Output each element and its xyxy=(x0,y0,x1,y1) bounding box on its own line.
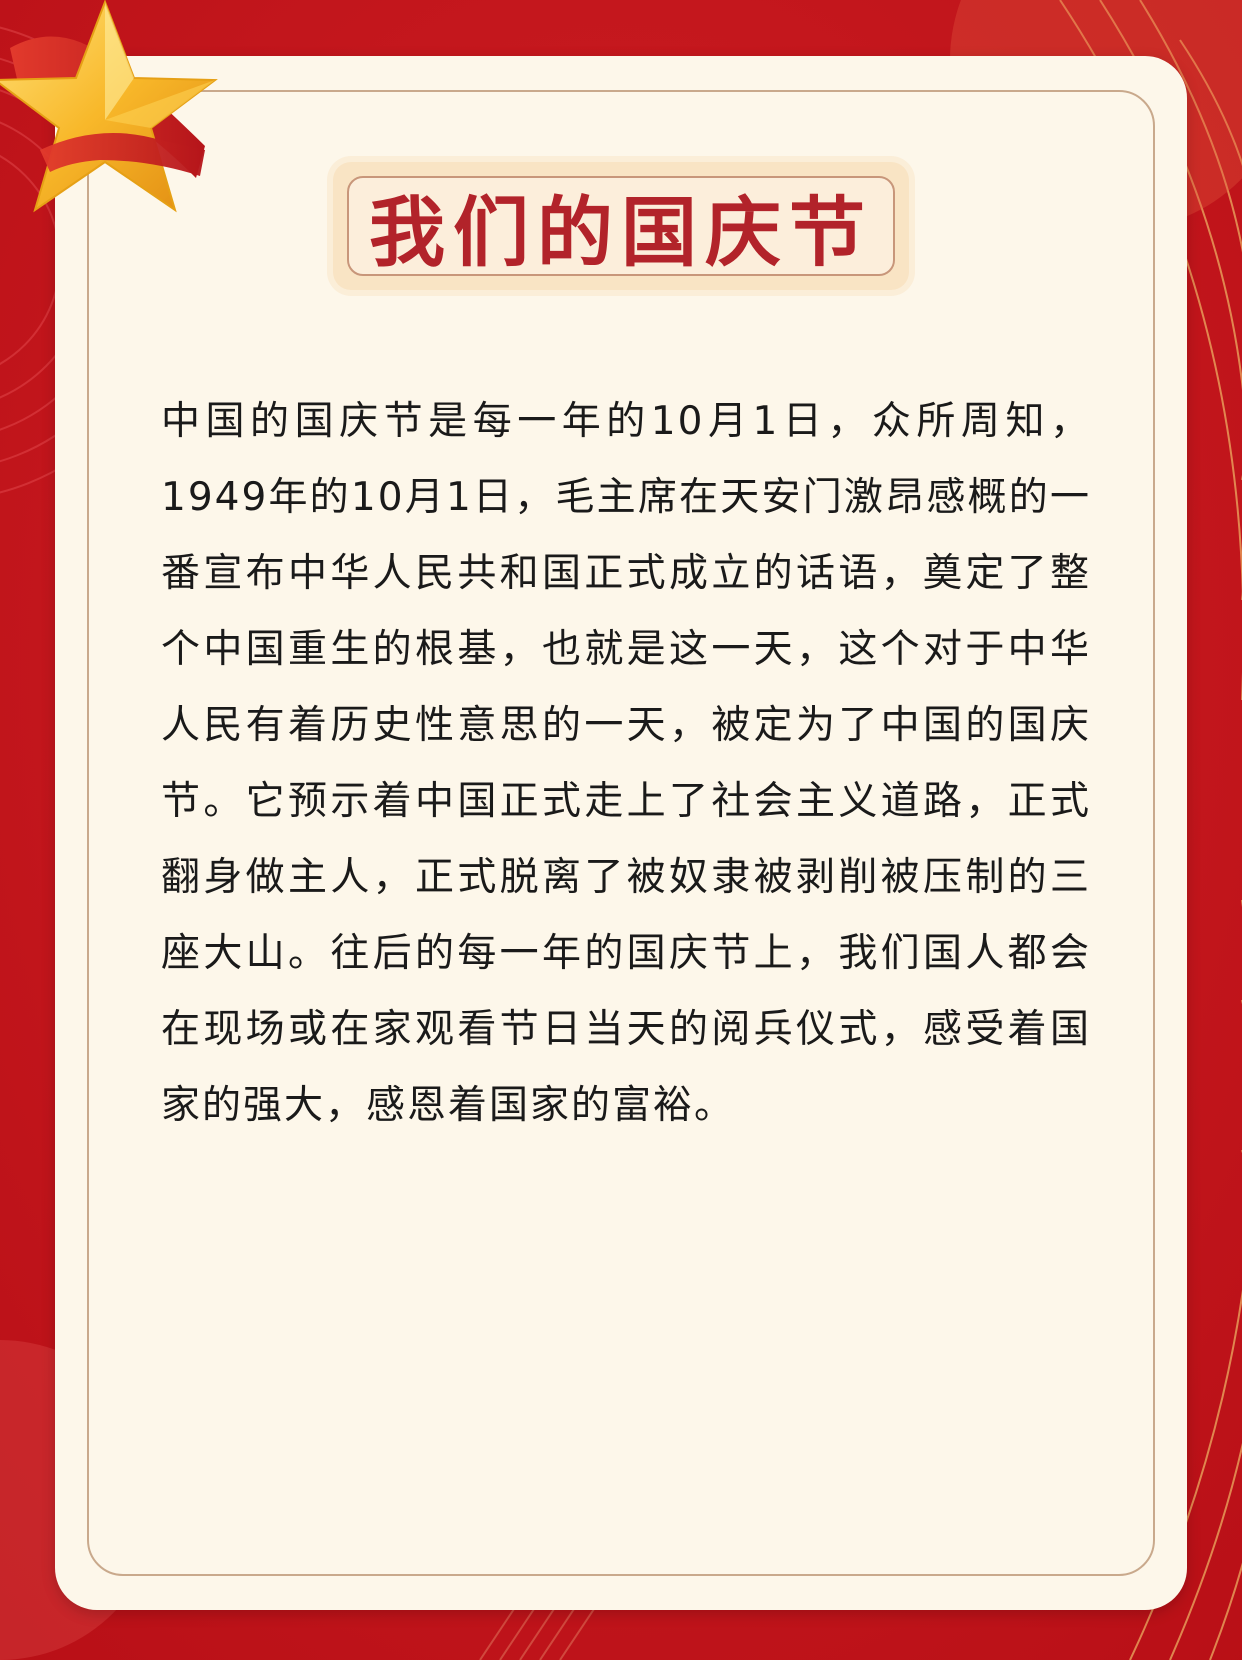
page-title: 我们的国庆节 xyxy=(369,188,873,277)
star-icon xyxy=(0,0,218,213)
body-paragraph: 中国的国庆节是每一年的10月1日，众所周知，1949年的10月1日，毛主席在天安… xyxy=(161,399,1091,1128)
title-plate: 我们的国庆节 xyxy=(333,162,909,290)
